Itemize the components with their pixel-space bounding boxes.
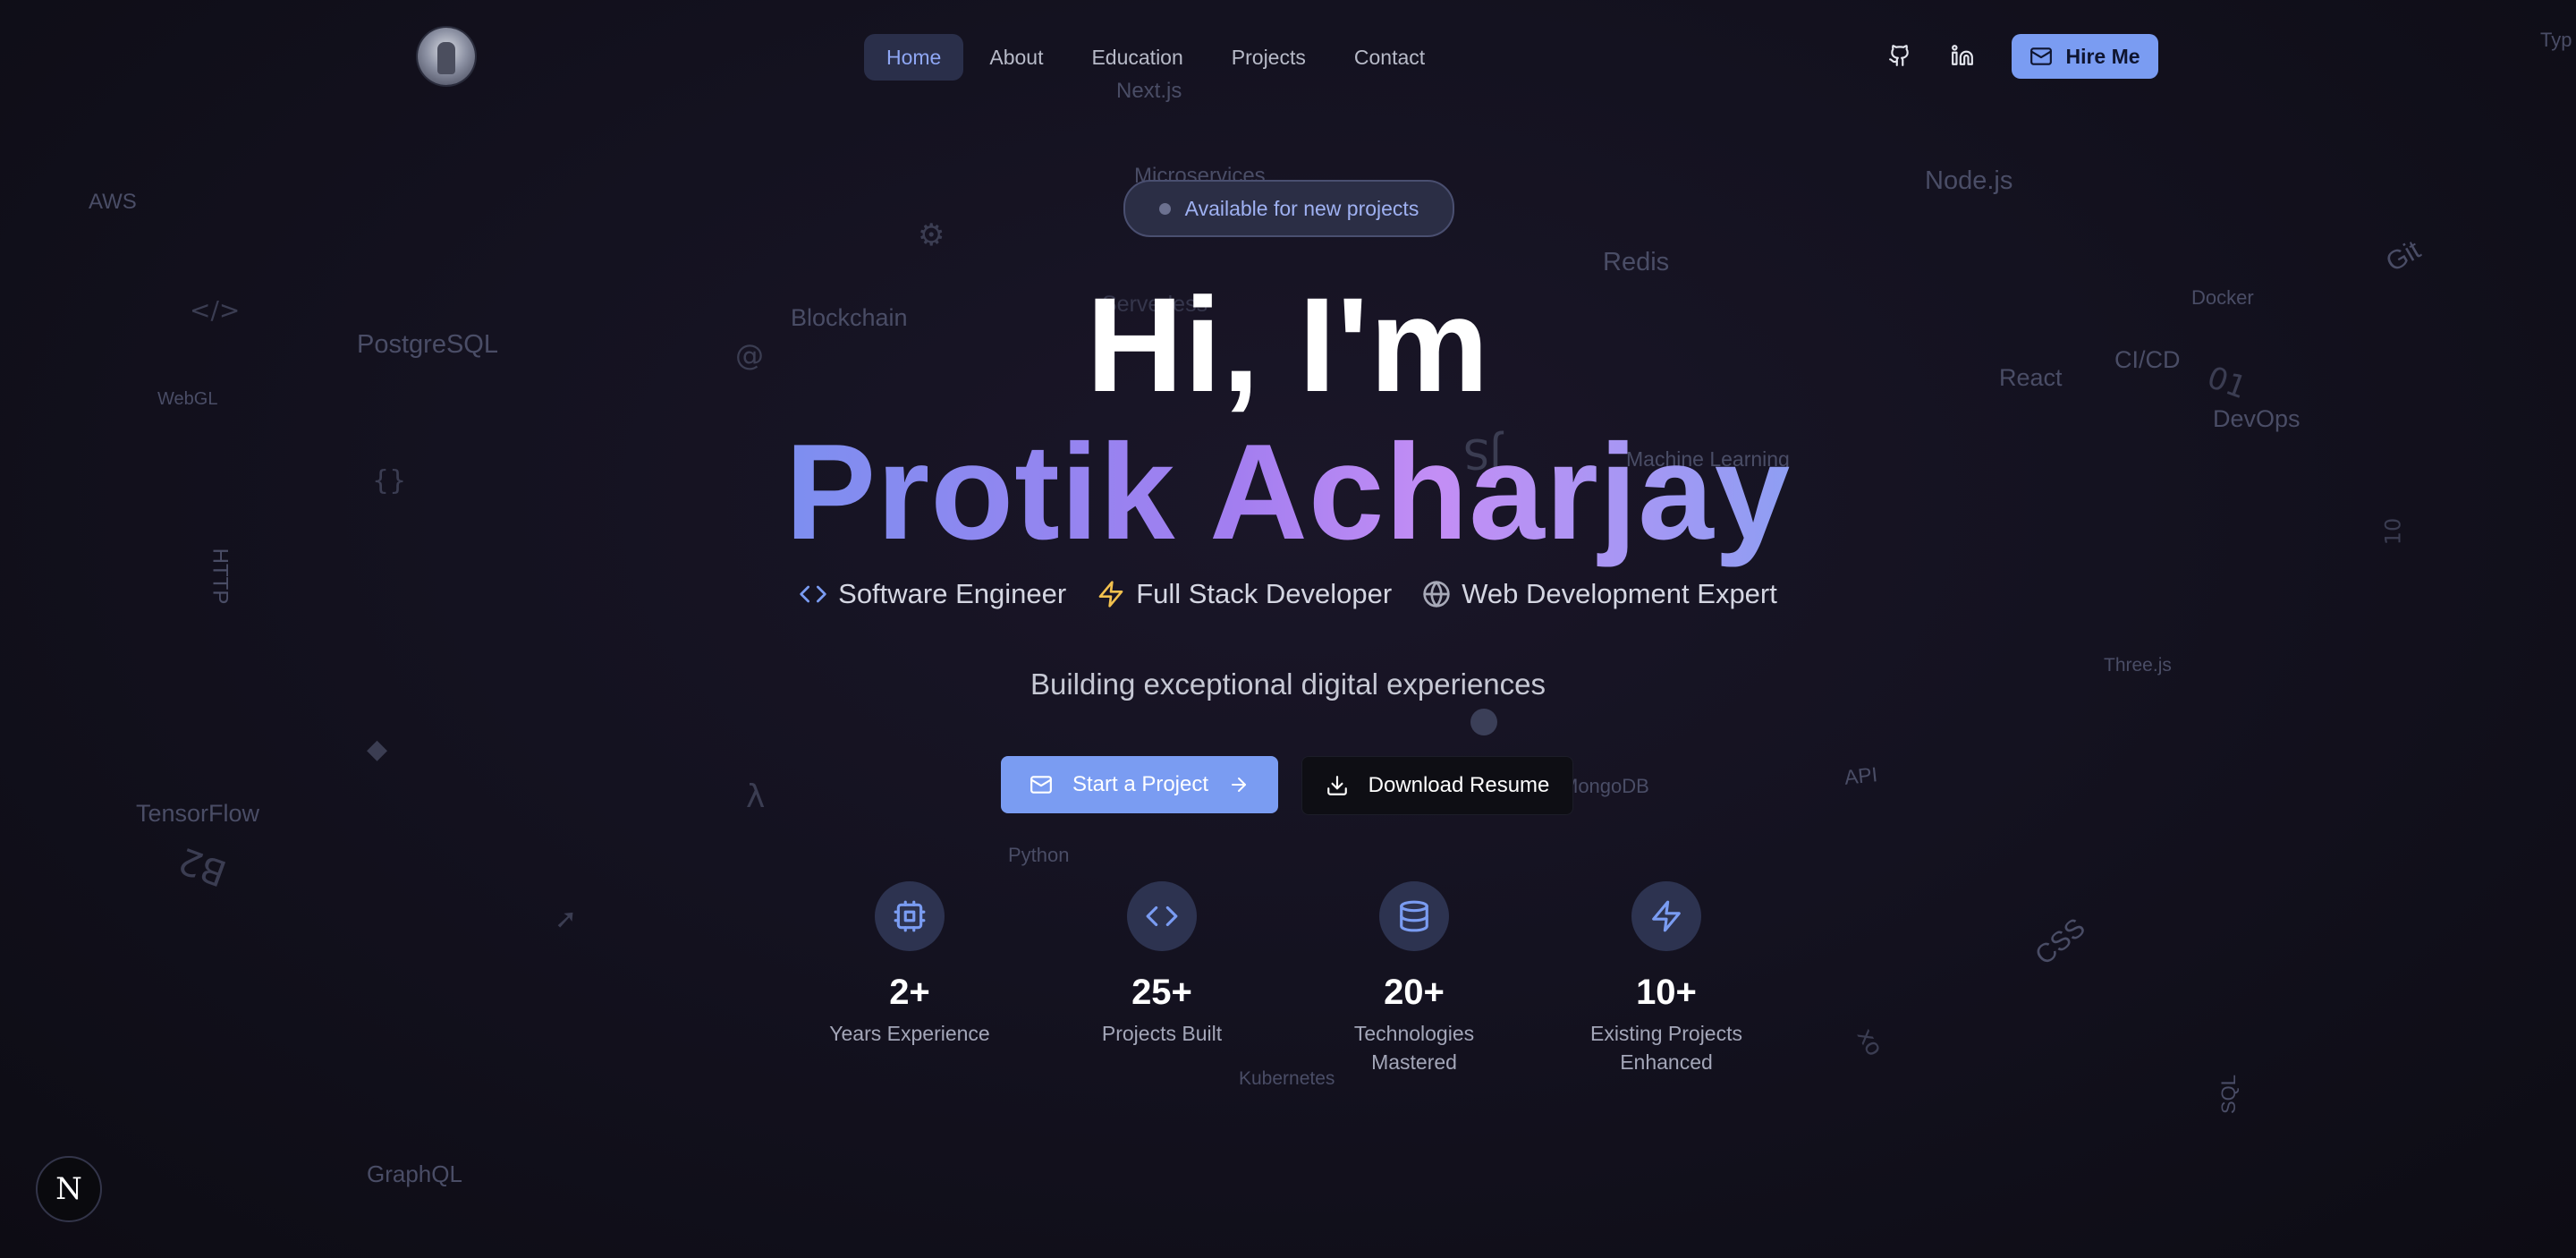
stat-icon-circle — [1127, 881, 1197, 951]
hire-me-label: Hire Me — [2065, 44, 2140, 68]
bg-word: Node.js — [1925, 166, 2013, 195]
dot-icon — [1470, 709, 1497, 735]
github-icon[interactable] — [1884, 39, 1916, 72]
bg-word: API — [1843, 762, 1879, 789]
bg-word: SQL — [2217, 1074, 2241, 1115]
stat-label: Years Experience — [829, 1022, 990, 1045]
roles-row: Software Engineer Full Stack Developer W… — [0, 578, 2576, 610]
download-resume-button[interactable]: Download Resume — [1301, 756, 1573, 815]
lambda-icon: λ — [746, 778, 766, 815]
globe-icon — [1423, 581, 1450, 608]
bg-word: GraphQL — [367, 1160, 462, 1187]
stat-value: 2+ — [889, 973, 930, 1012]
stat-label: Projects Built — [1101, 1022, 1223, 1045]
stat-icon-circle — [875, 881, 945, 951]
stat-value: 20+ — [1384, 973, 1445, 1012]
stat-icon-circle — [1631, 881, 1701, 951]
stat-value: 10+ — [1636, 973, 1697, 1012]
stat-icon-circle — [1379, 881, 1449, 951]
stat-value: 25+ — [1131, 973, 1192, 1012]
role-label: Full Stack Developer — [1136, 578, 1393, 609]
role-web-expert: Web Development Expert — [1422, 578, 1777, 610]
hero-name: Protik Acharjay — [0, 416, 2576, 568]
mail-icon — [1030, 776, 1052, 794]
nav-projects[interactable]: Projects — [1209, 34, 1328, 81]
role-label: Web Development Expert — [1462, 578, 1777, 609]
avatar[interactable] — [418, 28, 475, 85]
download-resume-label: Download Resume — [1368, 773, 1550, 797]
bg-word: Typ — [2540, 29, 2572, 51]
chip-icon — [894, 900, 926, 932]
role-software-engineer: Software Engineer — [799, 578, 1066, 610]
nav-education[interactable]: Education — [1069, 34, 1205, 81]
stat-enhanced: 10+ Existing Projects Enhanced — [1559, 881, 1774, 1076]
greeting: Hi, I'm — [1086, 269, 1490, 420]
start-project-button[interactable]: Start a Project — [1001, 756, 1278, 813]
stat-technologies: 20+ Technologies Mastered — [1307, 881, 1521, 1076]
download-icon — [1326, 776, 1347, 795]
bg-word: CSS — [2029, 913, 2091, 972]
role-full-stack: Full Stack Developer — [1097, 578, 1392, 610]
code-icon — [1146, 905, 1178, 927]
mail-icon — [2030, 47, 2053, 65]
linkedin-icon[interactable] — [1946, 39, 1979, 72]
cube-icon: ◆ — [367, 734, 388, 765]
hire-me-button[interactable]: Hire Me — [2012, 34, 2158, 79]
start-project-label: Start a Project — [1072, 772, 1209, 796]
bg-word: MongoDB — [1562, 775, 1649, 797]
tagline: Building exceptional digital experiences — [1030, 667, 1546, 701]
avatar-figure — [437, 42, 455, 74]
hash-icon: xo — [1851, 1024, 1888, 1061]
gear-icon: ⚙ — [918, 217, 945, 253]
framework-badge[interactable]: N — [36, 1156, 102, 1222]
nav-home[interactable]: Home — [864, 34, 964, 81]
stat-years: 2+ Years Experience — [802, 881, 1017, 1048]
rocket-icon: ➚ — [555, 904, 578, 935]
bg-word: AWS — [89, 190, 137, 214]
code-icon — [800, 585, 826, 603]
role-label: Software Engineer — [838, 578, 1067, 609]
nav-about[interactable]: About — [967, 34, 1065, 81]
b2-icon: B2 — [173, 838, 233, 894]
availability-text: Available for new projects — [1184, 196, 1419, 220]
bg-word: Python — [1008, 844, 1070, 866]
bolt-icon — [1652, 900, 1681, 932]
bg-word: TensorFlow — [136, 800, 260, 827]
nav-contact[interactable]: Contact — [1332, 34, 1447, 81]
main-nav: Home About Education Projects Contact — [864, 34, 1447, 81]
status-dot — [1158, 202, 1171, 215]
database-icon — [1400, 900, 1428, 932]
arrow-right-icon — [1232, 778, 1247, 792]
stat-projects: 25+ Projects Built — [1055, 881, 1269, 1048]
bolt-icon — [1098, 581, 1123, 608]
stat-label: Existing Projects Enhanced — [1589, 1022, 1742, 1074]
bg-word: Next.js — [1116, 79, 1182, 103]
availability-badge: Available for new projects — [1123, 180, 1454, 237]
hero-name-text: Protik Acharjay — [784, 416, 1792, 568]
stat-label: Technologies Mastered — [1353, 1022, 1475, 1074]
